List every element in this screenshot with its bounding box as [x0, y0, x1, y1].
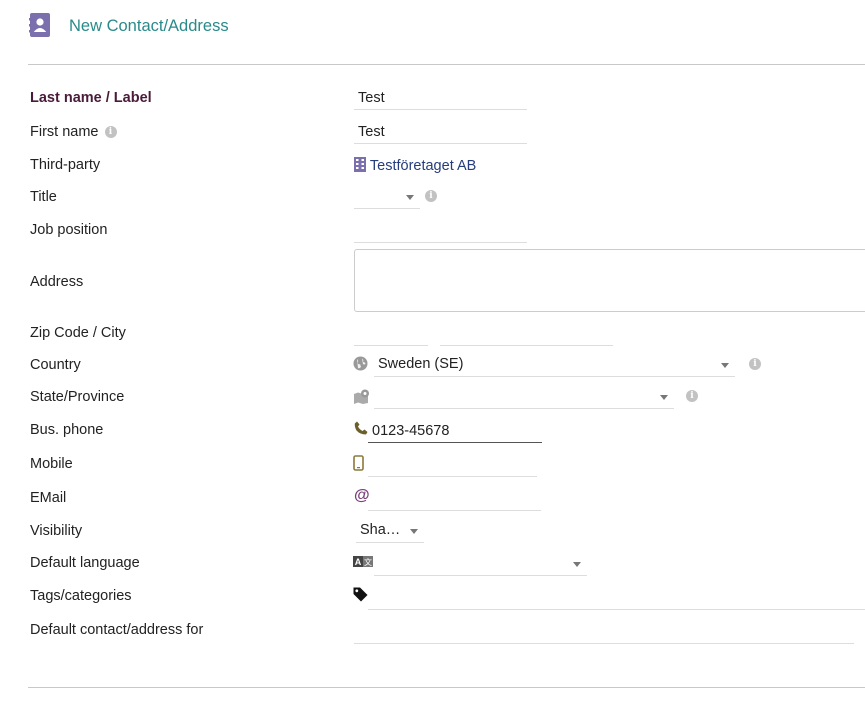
- country-select[interactable]: Sweden (SE): [374, 353, 735, 377]
- address-label: Address: [30, 274, 84, 290]
- info-icon[interactable]: i: [104, 126, 117, 139]
- title-select[interactable]: [354, 185, 420, 209]
- mobile-label: Mobile: [30, 456, 73, 472]
- lastname-label: Last name / Label: [30, 90, 152, 106]
- email-input[interactable]: [368, 487, 541, 511]
- job-position-label: Job position: [30, 222, 108, 238]
- mobile-input[interactable]: [368, 453, 537, 477]
- thirdparty-link[interactable]: Testföretaget AB: [370, 158, 476, 174]
- page-title: New Contact/Address: [69, 17, 229, 35]
- default-contact-for-input[interactable]: [354, 620, 854, 644]
- zip-input[interactable]: [354, 322, 428, 346]
- globe-icon: [353, 356, 368, 371]
- tags-label: Tags/categories: [30, 588, 132, 604]
- lastname-input[interactable]: [354, 86, 527, 110]
- svg-text:A: A: [355, 557, 362, 567]
- chevron-down-icon: [660, 395, 668, 400]
- city-input[interactable]: [440, 322, 613, 346]
- info-icon[interactable]: i: [686, 390, 698, 402]
- building-icon: [354, 157, 366, 172]
- firstname-input[interactable]: [354, 120, 527, 144]
- default-language-select[interactable]: [374, 552, 587, 576]
- chevron-down-icon: [721, 363, 729, 368]
- header-divider: [28, 64, 865, 65]
- info-icon[interactable]: i: [425, 190, 437, 202]
- chevron-down-icon: [573, 562, 581, 567]
- country-label: Country: [30, 357, 81, 373]
- language-icon: A 文: [353, 556, 373, 567]
- default-contact-for-label: Default contact/address for: [30, 622, 204, 638]
- thirdparty-value[interactable]: Testföretaget AB: [354, 157, 476, 174]
- state-select[interactable]: [374, 385, 674, 409]
- job-position-input[interactable]: [354, 219, 527, 243]
- address-textarea[interactable]: [354, 249, 865, 312]
- visibility-select[interactable]: Sha…: [356, 519, 424, 543]
- tags-input[interactable]: [368, 586, 865, 610]
- bus-phone-input[interactable]: [368, 419, 542, 443]
- chevron-down-icon: [410, 529, 418, 534]
- tag-icon: [353, 587, 368, 602]
- phone-icon: [354, 421, 368, 435]
- email-label: EMail: [30, 490, 67, 506]
- info-icon[interactable]: i: [749, 358, 761, 370]
- chevron-down-icon: [406, 195, 414, 200]
- title-label: Title: [30, 189, 57, 205]
- footer-divider: [28, 687, 865, 688]
- zip-city-label: Zip Code / City: [30, 325, 126, 341]
- firstname-label: First name i: [30, 124, 117, 140]
- default-language-label: Default language: [30, 555, 140, 571]
- mobile-phone-icon: [353, 455, 364, 471]
- state-label: State/Province: [30, 389, 125, 405]
- thirdparty-label: Third-party: [30, 157, 101, 173]
- contact-card-icon: [29, 13, 50, 37]
- bus-phone-label: Bus. phone: [30, 422, 104, 438]
- map-marker-icon: [354, 389, 369, 404]
- visibility-label: Visibility: [30, 523, 83, 539]
- svg-text:文: 文: [364, 557, 372, 567]
